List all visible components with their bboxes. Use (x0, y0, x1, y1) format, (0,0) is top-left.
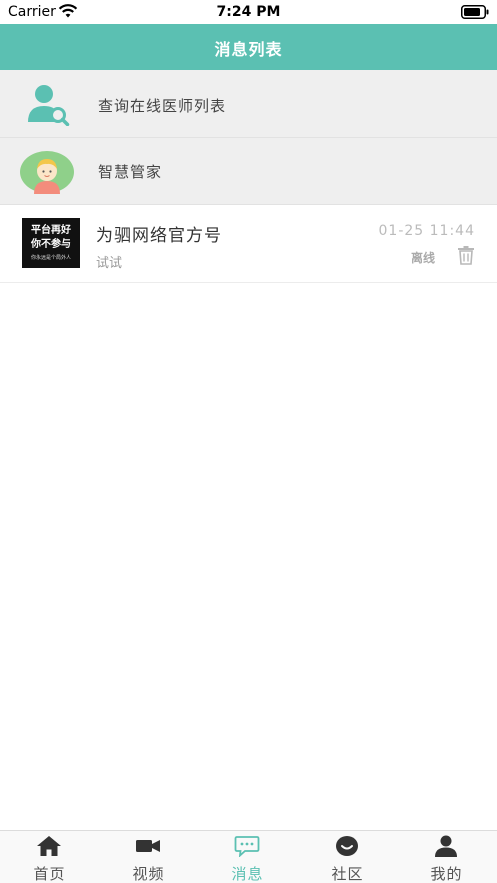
doctor-search-row[interactable]: 查询在线医师列表 (0, 70, 497, 138)
doctor-search-icon (28, 85, 70, 126)
assistant-label: 智慧管家 (98, 163, 163, 181)
tab-community[interactable]: 社区 (298, 831, 397, 883)
tab-label: 视频 (132, 865, 165, 883)
page-title: 消息列表 (214, 40, 283, 59)
profile-icon (435, 835, 457, 857)
tab-home[interactable]: 首页 (0, 831, 99, 883)
community-icon (336, 836, 358, 856)
tab-label: 消息 (231, 865, 264, 883)
avatar-text-line: 平台再好 (31, 225, 71, 236)
message-sender-name: 为驷网络官方号 (96, 226, 222, 246)
online-status-badge: 离线 (411, 251, 436, 265)
home-icon (37, 836, 61, 856)
video-camera-icon (136, 840, 160, 852)
trash-icon[interactable] (456, 245, 476, 265)
message-icon (234, 836, 260, 857)
message-preview: 试试 (96, 256, 123, 271)
status-bar: Carrier 7:24 PM (0, 0, 497, 24)
tab-profile[interactable]: 我的 (397, 831, 496, 883)
tab-label: 首页 (33, 865, 66, 883)
message-avatar: 平台再好 你不参与 你永远是个局外人 (22, 218, 80, 268)
battery-icon (461, 5, 489, 19)
doctor-search-label: 查询在线医师列表 (98, 97, 227, 115)
tab-video[interactable]: 视频 (99, 831, 198, 883)
assistant-row[interactable]: 智慧管家 (0, 138, 497, 205)
message-list-item[interactable]: 平台再好 你不参与 你永远是个局外人 为驷网络官方号 试试 01-25 11:4… (0, 205, 497, 283)
avatar-text-line: 你不参与 (31, 239, 71, 250)
message-timestamp: 01-25 11:44 (378, 223, 475, 239)
tab-messages[interactable]: 消息 (198, 831, 297, 883)
avatar-text-line: 你永远是个局外人 (30, 255, 71, 261)
clock: 7:24 PM (216, 4, 281, 20)
nav-bar: 消息列表 (0, 24, 497, 70)
assistant-avatar-icon (20, 151, 74, 194)
tab-label: 社区 (331, 865, 364, 883)
tab-bar: 首页 视频 消息 社区 我的 (0, 830, 497, 883)
tab-label: 我的 (430, 865, 463, 883)
